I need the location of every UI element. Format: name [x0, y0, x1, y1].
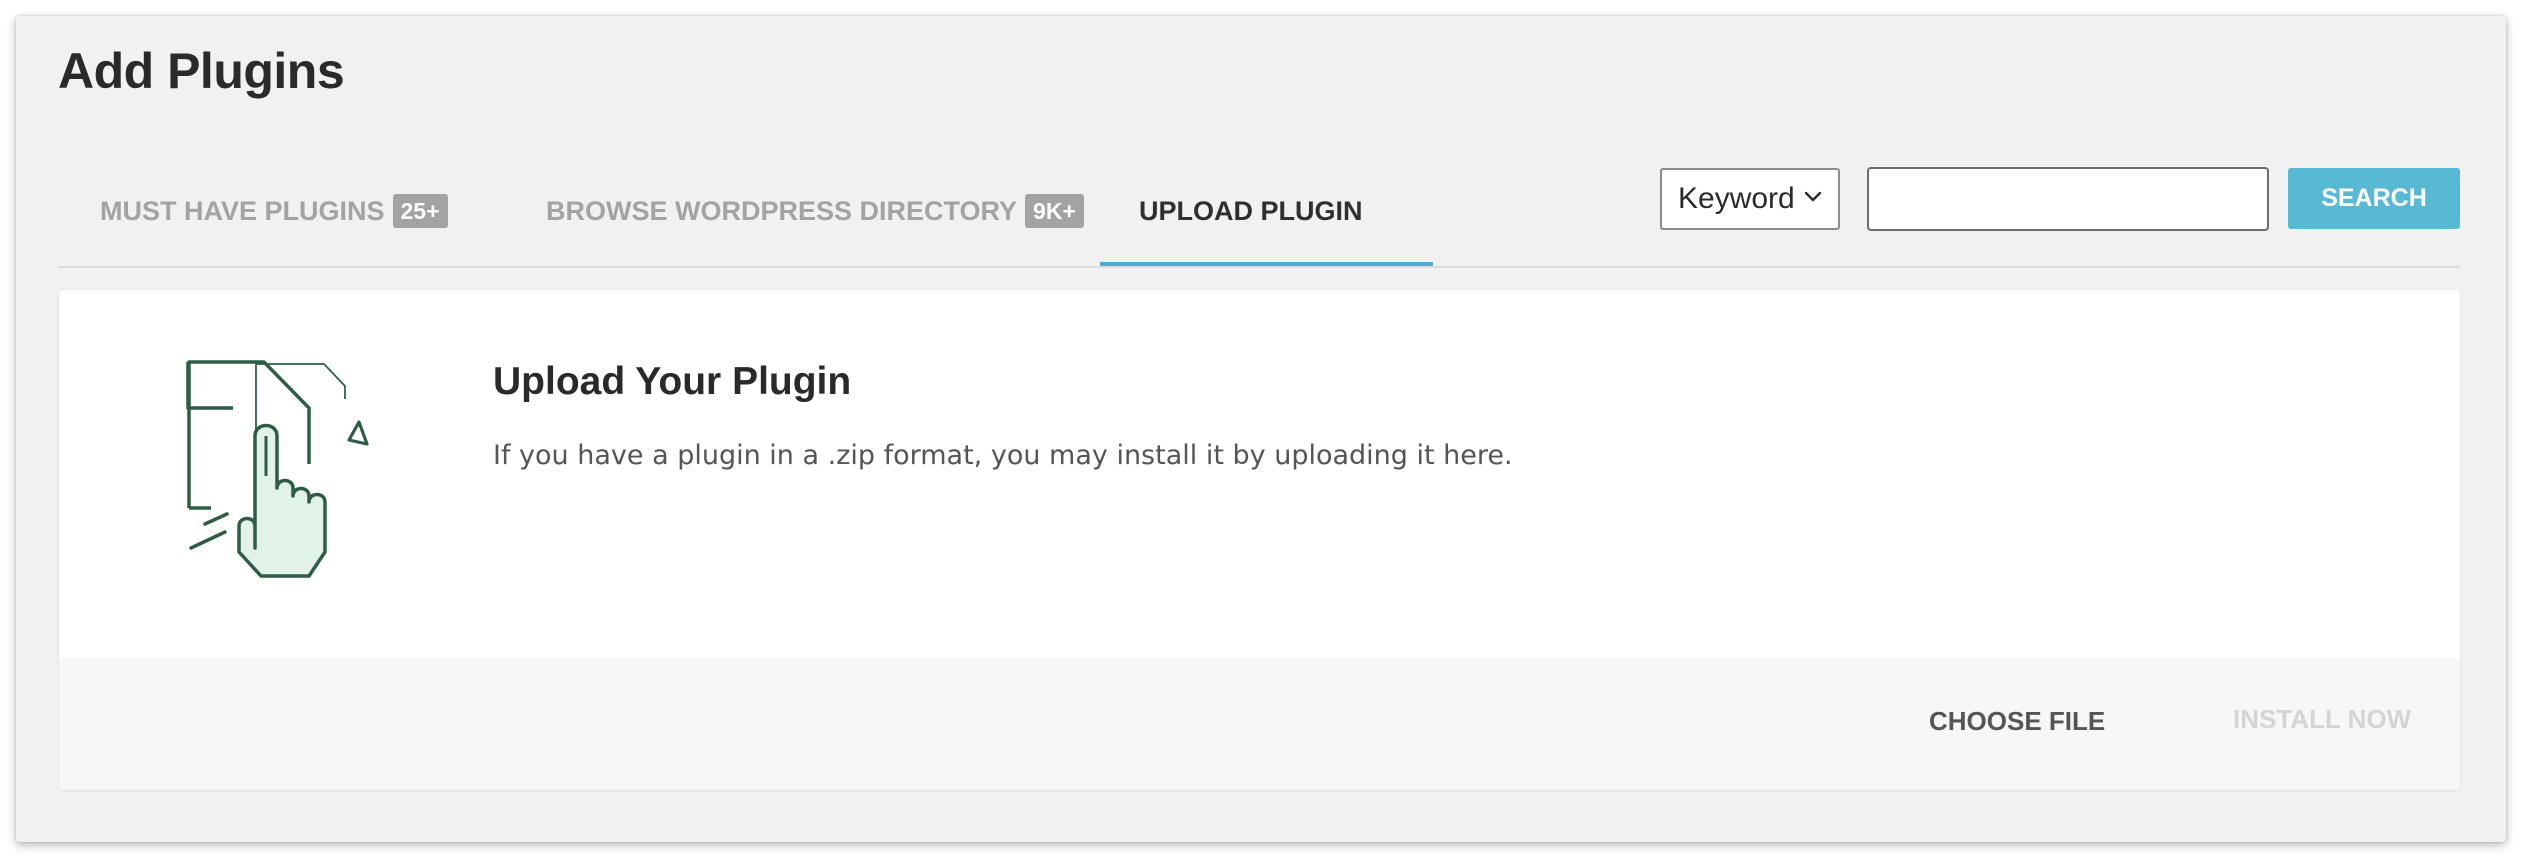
count-badge: 25+: [392, 194, 448, 228]
upload-title: Upload Your Plugin: [493, 360, 852, 403]
upload-file-hand-icon: [186, 360, 369, 578]
tab-must-have-plugins[interactable]: MUST HAVE PLUGINS 25+: [100, 158, 448, 264]
tab-upload-plugin[interactable]: UPLOAD PLUGIN: [1139, 158, 1363, 264]
upload-actions-bar: CHOOSE FILE INSTALL NOW: [59, 658, 2460, 790]
count-badge: 9K+: [1025, 194, 1084, 228]
page-title: Add Plugins: [58, 43, 345, 99]
plugins-window: Add Plugins MUST HAVE PLUGINS 25+ BROWSE…: [16, 16, 2506, 842]
tab-label: BROWSE WORDPRESS DIRECTORY: [546, 195, 1018, 226]
search-filter-select[interactable]: Keyword: [1660, 168, 1840, 230]
upload-description: If you have a plugin in a .zip format, y…: [493, 440, 1513, 471]
upload-plugin-card: Upload Your Plugin If you have a plugin …: [59, 290, 2460, 790]
search-input[interactable]: [1867, 167, 2269, 231]
search-filter-value: Keyword: [1678, 182, 1795, 215]
active-tab-indicator: [1100, 262, 1433, 266]
tab-label: MUST HAVE PLUGINS: [100, 195, 385, 226]
chevron-down-icon: [1804, 191, 1822, 202]
search-button[interactable]: SEARCH: [2288, 168, 2460, 229]
install-now-button[interactable]: INSTALL NOW: [2233, 704, 2411, 735]
tab-label: UPLOAD PLUGIN: [1139, 195, 1363, 226]
choose-file-button[interactable]: CHOOSE FILE: [1929, 706, 2105, 737]
tab-browse-wordpress-directory[interactable]: BROWSE WORDPRESS DIRECTORY 9K+: [546, 158, 1084, 264]
